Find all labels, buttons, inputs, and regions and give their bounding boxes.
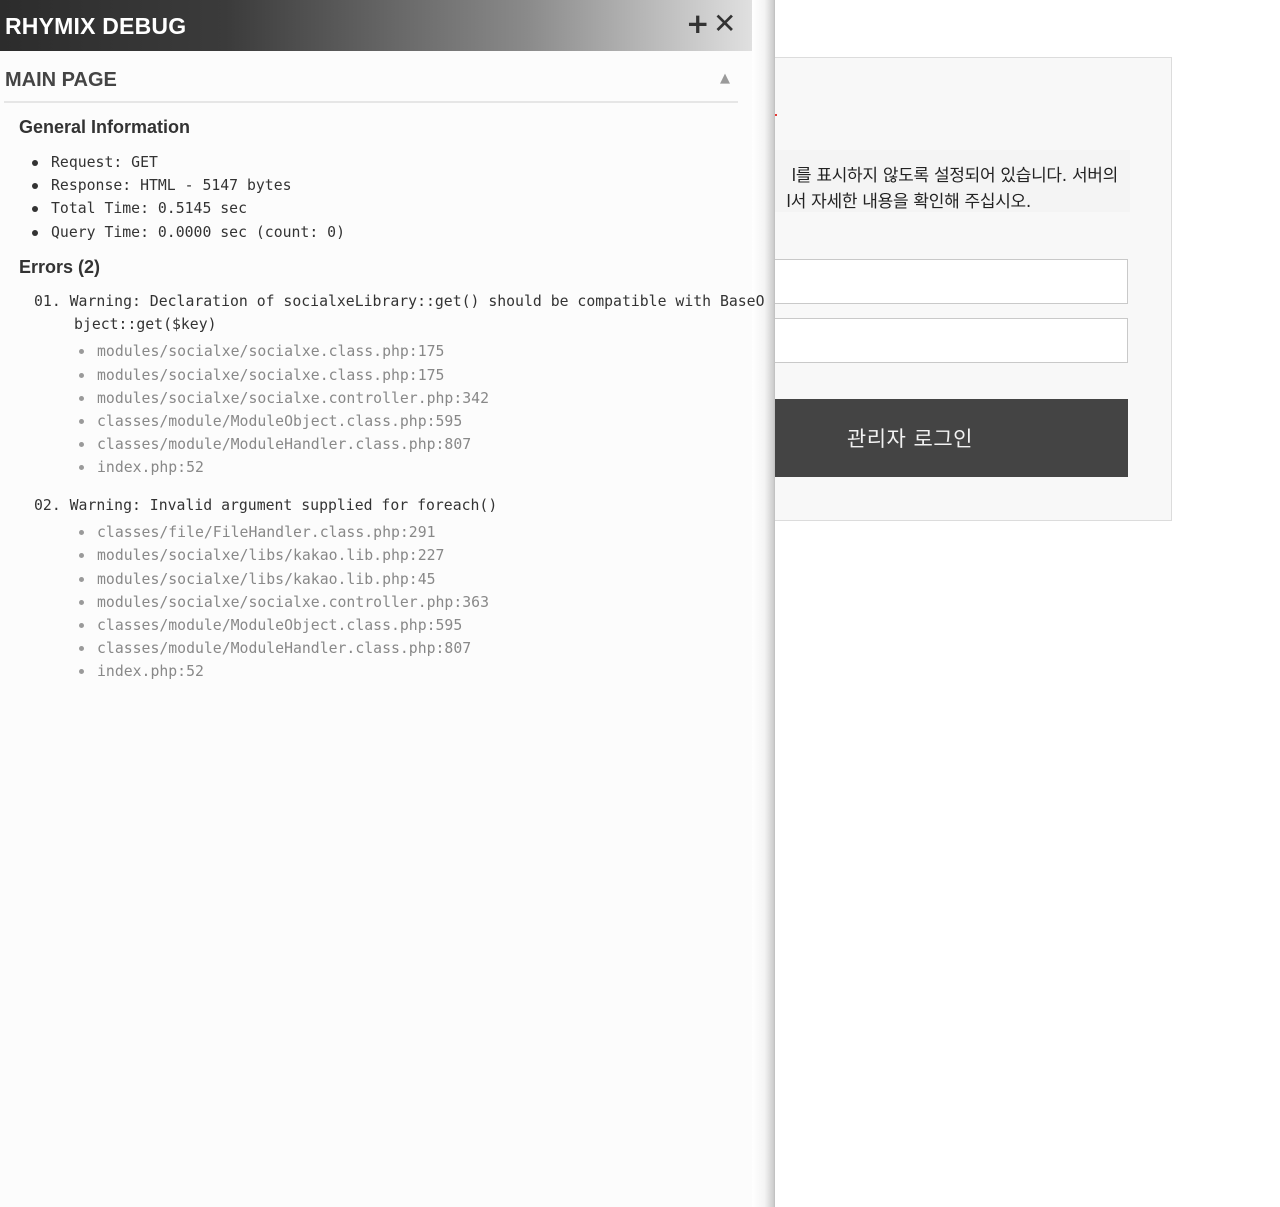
info-item-response: Response: HTML - 5147 bytes bbox=[30, 174, 345, 197]
trace-item: classes/module/ModuleObject.class.php:59… bbox=[34, 614, 766, 637]
trace-item: modules/socialxe/socialxe.controller.php… bbox=[34, 591, 766, 614]
error-trace-list: modules/socialxe/socialxe.class.php:175 … bbox=[34, 340, 766, 479]
info-item-query-time: Query Time: 0.0000 sec (count: 0) bbox=[30, 221, 345, 244]
password-input[interactable] bbox=[720, 318, 1128, 363]
general-info-title: General Information bbox=[19, 117, 191, 137]
errors-title: Errors (2) bbox=[19, 257, 101, 277]
error-entry: 01. Warning: Declaration of socialxeLibr… bbox=[34, 290, 766, 480]
debug-title: RHYMIX DEBUG bbox=[5, 13, 187, 39]
trace-item: modules/socialxe/socialxe.controller.php… bbox=[34, 387, 766, 410]
trace-item: classes/module/ModuleHandler.class.php:8… bbox=[34, 433, 766, 456]
section-header[interactable]: MAIN PAGE ▲ bbox=[4, 51, 738, 103]
admin-login-button[interactable]: 관리자 로그인 bbox=[720, 399, 1128, 477]
error-entry: 02. Warning: Invalid argument supplied f… bbox=[34, 494, 766, 684]
collapse-arrow-icon[interactable]: ▲ bbox=[720, 71, 730, 86]
user-id-input[interactable] bbox=[720, 259, 1128, 304]
error-message: 01. Warning: Declaration of socialxeLibr… bbox=[34, 293, 765, 334]
info-item-request: Request: GET bbox=[30, 151, 345, 174]
trace-item: modules/socialxe/libs/kakao.lib.php:227 bbox=[34, 544, 766, 567]
trace-item: classes/module/ModuleObject.class.php:59… bbox=[34, 410, 766, 433]
error-trace-list: classes/file/FileHandler.class.php:291 m… bbox=[34, 521, 766, 683]
debug-panel: RHYMIX DEBUG + ✕ MAIN PAGE ▲ General Inf… bbox=[0, 0, 765, 1207]
info-item-total-time: Total Time: 0.5145 sec bbox=[30, 197, 345, 220]
trace-item: index.php:52 bbox=[34, 660, 766, 683]
error-message: 02. Warning: Invalid argument supplied f… bbox=[34, 497, 498, 514]
add-icon[interactable]: + bbox=[686, 9, 709, 39]
trace-item: modules/socialxe/libs/kakao.lib.php:45 bbox=[34, 568, 766, 591]
trace-item: classes/module/ModuleHandler.class.php:8… bbox=[34, 637, 766, 660]
trace-item: index.php:52 bbox=[34, 456, 766, 479]
debug-header: RHYMIX DEBUG + ✕ bbox=[0, 0, 752, 51]
trace-item: classes/file/FileHandler.class.php:291 bbox=[34, 521, 766, 544]
screen: l를 표시하지 않도록 설정되어 있습니다. 서버의 l서 자세한 내용을 확인… bbox=[0, 0, 1280, 1207]
section-title: MAIN PAGE bbox=[5, 69, 117, 91]
general-info-list: Request: GET Response: HTML - 5147 bytes… bbox=[30, 151, 345, 244]
close-icon[interactable]: ✕ bbox=[713, 9, 736, 39]
trace-item: modules/socialxe/socialxe.class.php:175 bbox=[34, 340, 766, 363]
trace-item: modules/socialxe/socialxe.class.php:175 bbox=[34, 364, 766, 387]
